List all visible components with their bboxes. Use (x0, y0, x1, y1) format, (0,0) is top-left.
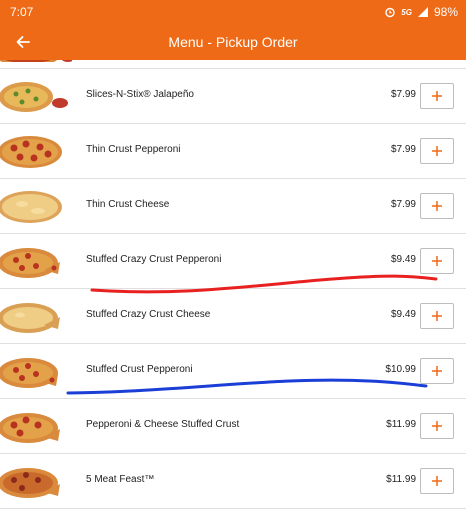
plus-icon (432, 201, 442, 211)
plus-icon (432, 256, 442, 266)
add-button[interactable] (420, 413, 454, 439)
item-price: $7.99 (390, 89, 416, 100)
pizza-image (0, 191, 62, 223)
item-name: 5 Meat Feast™ (86, 474, 155, 485)
page-title: Menu - Pickup Order (168, 34, 298, 50)
item-name: Stuffed Crazy Crust Pepperoni (86, 254, 222, 265)
item-price: $9.49 (390, 254, 416, 265)
status-bar: 7:07 5G 98% (0, 0, 466, 24)
item-price: $11.99 (386, 419, 416, 430)
network-label: 5G (401, 7, 412, 17)
item-price: $11.99 (386, 474, 416, 485)
app-bar: Menu - Pickup Order (0, 24, 466, 60)
item-name: Pepperoni & Cheese Stuffed Crust (86, 419, 240, 430)
item-price: $7.99 (390, 144, 416, 155)
menu-item[interactable]: Pepperoni & Cheese Stuffed Crust $11.99 (0, 399, 466, 454)
pizza-image (0, 358, 58, 388)
item-name: Slices-N-Stix® Jalapeño (86, 89, 194, 100)
pizza-image (0, 413, 60, 443)
pizza-image (0, 136, 62, 168)
add-button[interactable] (420, 303, 454, 329)
pizza-image (0, 60, 72, 62)
add-button[interactable] (420, 248, 454, 274)
signal-icon (417, 7, 428, 17)
item-price: $10.99 (385, 364, 416, 375)
item-name: Stuffed Crazy Crust Cheese (86, 309, 211, 320)
menu-list: Slices-N-Stix® Jalapeño $7.99 Thin Crust… (0, 60, 466, 512)
menu-item[interactable]: Stuffed Crust Pepperoni $10.99 (0, 344, 466, 399)
add-button[interactable] (420, 193, 454, 219)
pizza-image (0, 303, 60, 333)
plus-icon (432, 421, 442, 431)
menu-item[interactable]: Thin Crust Cheese $7.99 (0, 179, 466, 234)
plus-icon (432, 146, 442, 156)
menu-item[interactable]: Stuffed Crazy Crust Pepperoni $9.49 (0, 234, 466, 289)
item-name: Thin Crust Pepperoni (86, 144, 181, 155)
menu-item[interactable]: Stuffed Crazy Crust Cheese $9.49 (0, 289, 466, 344)
plus-icon (432, 311, 442, 321)
add-button[interactable] (420, 138, 454, 164)
battery-level: 98% (433, 5, 458, 19)
menu-item[interactable] (0, 60, 466, 69)
pizza-image (0, 248, 60, 278)
add-button[interactable] (420, 83, 454, 109)
status-icons: 5G 98% (384, 5, 458, 19)
plus-icon (432, 476, 442, 486)
add-button[interactable] (420, 468, 454, 494)
menu-item[interactable]: Thin Crust Pepperoni $7.99 (0, 124, 466, 179)
menu-item[interactable]: Slices-N-Stix® Jalapeño $7.99 (0, 69, 466, 124)
item-price: $9.49 (390, 309, 416, 320)
add-button[interactable] (420, 358, 454, 384)
plus-icon (432, 91, 442, 101)
pizza-image (0, 468, 60, 498)
pizza-image (0, 82, 68, 112)
menu-item[interactable]: 5 Meat Feast™ $11.99 (0, 454, 466, 509)
status-time: 7:07 (10, 5, 34, 19)
alarm-icon (385, 7, 395, 18)
plus-icon (432, 366, 442, 376)
item-name: Stuffed Crust Pepperoni (86, 364, 193, 375)
item-name: Thin Crust Cheese (86, 199, 170, 210)
item-price: $7.99 (390, 199, 416, 210)
